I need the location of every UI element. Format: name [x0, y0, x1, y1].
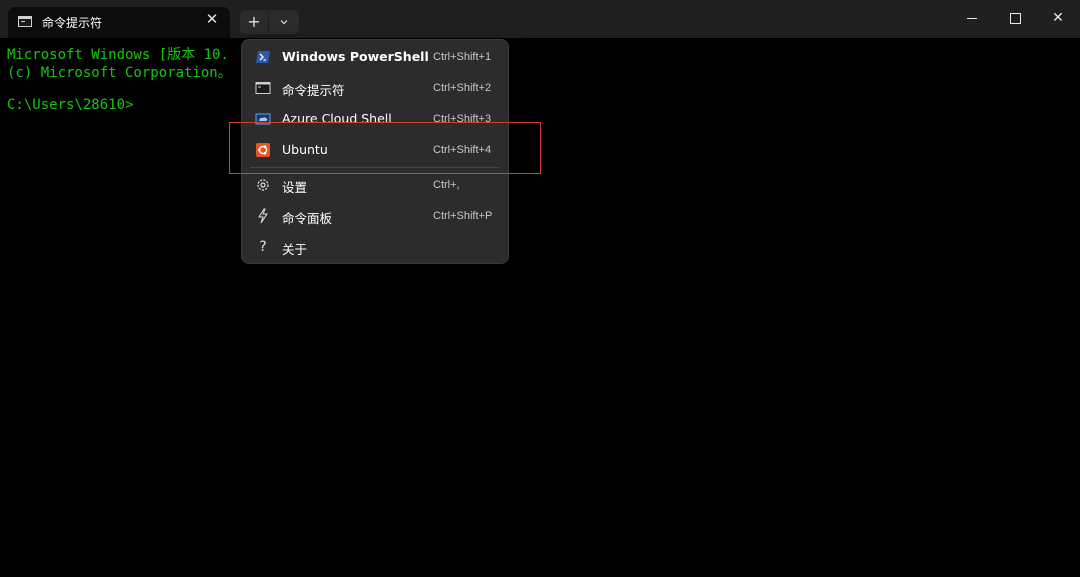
question-icon: ?	[259, 239, 267, 255]
chevron-down-icon	[280, 20, 288, 25]
menu-item-command-prompt[interactable]: 命令提示符 Ctrl+Shift+2	[242, 73, 508, 103]
gear-icon	[257, 179, 269, 191]
profile-dropdown-menu: Windows PowerShell Ctrl+Shift+1 命令提示符 Ct…	[241, 39, 509, 264]
menu-item-shortcut: Ctrl+Shift+4	[433, 144, 492, 156]
maximize-icon	[1010, 13, 1021, 24]
menu-item-azure-cloud-shell[interactable]: Azure Cloud Shell Ctrl+Shift+3	[242, 104, 508, 134]
menu-item-label: Azure Cloud Shell	[282, 111, 392, 126]
profile-dropdown-button[interactable]	[269, 10, 299, 34]
menu-separator	[250, 167, 500, 168]
menu-item-shortcut: Ctrl+Shift+2	[433, 82, 492, 94]
menu-item-shortcut: Ctrl+Shift+1	[433, 51, 492, 63]
menu-item-command-palette[interactable]: 命令面板 Ctrl+Shift+P	[242, 201, 508, 231]
ubuntu-icon	[256, 143, 270, 157]
menu-item-label: 设置	[282, 180, 308, 195]
terminal-line: (c) Microsoft Corporation。	[7, 65, 232, 81]
menu-item-windows-powershell[interactable]: Windows PowerShell Ctrl+Shift+1	[242, 42, 508, 72]
minimize-button[interactable]	[952, 4, 992, 32]
cmd-icon	[18, 16, 32, 27]
menu-item-label: 关于	[282, 242, 308, 257]
new-tab-button[interactable]: +	[240, 10, 268, 34]
terminal-prompt: C:\Users\28610>	[7, 97, 134, 113]
close-icon: ✕	[1052, 10, 1064, 26]
cmd-icon	[255, 82, 271, 94]
menu-item-label: 命令面板	[282, 211, 333, 226]
maximize-button[interactable]	[995, 4, 1035, 32]
menu-item-shortcut: Ctrl+Shift+3	[433, 113, 492, 125]
menu-item-shortcut: Ctrl+Shift+P	[433, 210, 493, 222]
menu-item-label: Ubuntu	[282, 142, 328, 157]
menu-item-about[interactable]: ? 关于	[242, 232, 508, 262]
plus-icon: +	[247, 12, 261, 31]
menu-item-shortcut: Ctrl+,	[433, 179, 460, 191]
tab-title: 命令提示符	[42, 16, 103, 30]
tab-command-prompt[interactable]: 命令提示符 ✕	[8, 7, 230, 38]
close-window-button[interactable]: ✕	[1038, 4, 1078, 32]
powershell-icon	[256, 51, 270, 63]
terminal-output[interactable]: Microsoft Windows [版本 10. (c) Microsoft …	[0, 38, 1080, 577]
menu-item-ubuntu[interactable]: Ubuntu Ctrl+Shift+4	[242, 135, 508, 165]
title-bar: 命令提示符 ✕ + ✕	[0, 0, 1080, 38]
azure-icon	[255, 113, 271, 125]
terminal-line: Microsoft Windows [版本 10.	[7, 47, 229, 63]
lightning-icon	[258, 208, 268, 224]
minimize-icon	[967, 18, 977, 19]
menu-item-label: 命令提示符	[282, 83, 345, 98]
menu-item-settings[interactable]: 设置 Ctrl+,	[242, 170, 508, 200]
menu-item-label: Windows PowerShell	[282, 49, 429, 64]
terminal-window: 命令提示符 ✕ + ✕ Microsoft Windows [版本 10. (c…	[0, 0, 1080, 577]
tab-close-icon[interactable]: ✕	[204, 11, 220, 27]
